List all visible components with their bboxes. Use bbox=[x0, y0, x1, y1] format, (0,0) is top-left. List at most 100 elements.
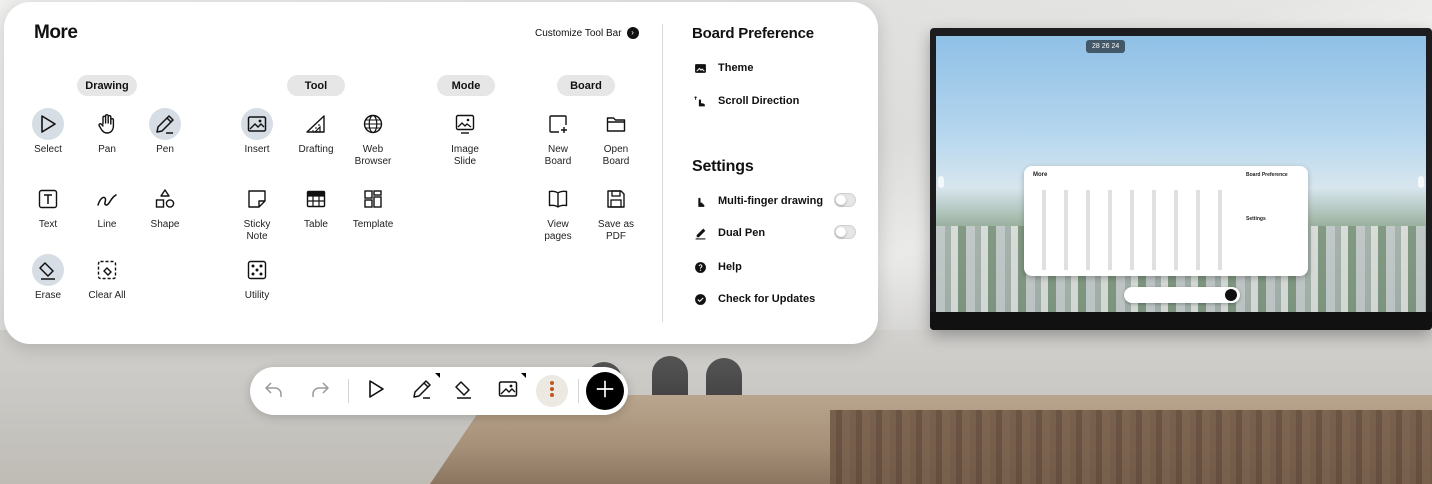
board-preference-title: Board Preference bbox=[692, 25, 814, 42]
shape-icon bbox=[149, 183, 181, 215]
mini-settings-title: Settings bbox=[1246, 216, 1266, 222]
multi-finger-toggle[interactable] bbox=[834, 193, 856, 207]
toolbar-separator bbox=[348, 379, 349, 403]
toggle-knob bbox=[836, 195, 846, 205]
template-icon bbox=[357, 183, 389, 215]
select-button[interactable] bbox=[360, 375, 392, 407]
tool-label: Image Slide bbox=[451, 144, 479, 167]
tool-utility[interactable]: Utility bbox=[225, 254, 289, 302]
tool-select[interactable]: Select bbox=[16, 108, 80, 156]
tool-label: View pages bbox=[544, 219, 572, 242]
category-drawing: Drawing bbox=[77, 75, 137, 96]
more-button[interactable] bbox=[536, 375, 568, 407]
eraser-icon bbox=[32, 254, 64, 286]
tool-label: Text bbox=[38, 219, 58, 230]
image-slide-icon bbox=[449, 108, 481, 140]
mini-tool-grid bbox=[1032, 190, 1232, 270]
toolbar-separator bbox=[578, 379, 579, 403]
help-item[interactable]: Help bbox=[692, 258, 856, 276]
tool-label: New Board bbox=[544, 144, 572, 167]
main-menu-button[interactable] bbox=[586, 372, 624, 410]
new-board-icon bbox=[542, 108, 574, 140]
theme-item[interactable]: Theme bbox=[692, 59, 856, 77]
sticky-note-icon bbox=[241, 183, 273, 215]
scroll-direction-item[interactable]: Scroll Direction bbox=[692, 92, 856, 110]
tool-template[interactable]: Template bbox=[341, 183, 405, 231]
tool-insert[interactable]: Insert bbox=[225, 108, 289, 156]
tool-line[interactable]: Line bbox=[75, 183, 139, 231]
tool-web-browser[interactable]: Web Browser bbox=[341, 108, 405, 168]
tool-label: Utility bbox=[244, 290, 270, 301]
mini-more-title: More bbox=[1033, 172, 1048, 178]
mini-board-preference-title: Board Preference bbox=[1246, 172, 1288, 178]
redo-button[interactable] bbox=[304, 375, 336, 407]
tool-label: Pen bbox=[156, 144, 174, 155]
theme-label: Theme bbox=[718, 62, 754, 74]
tool-shape[interactable]: Shape bbox=[133, 183, 197, 231]
tool-label: Insert bbox=[244, 144, 270, 155]
tool-pen[interactable]: Pen bbox=[133, 108, 197, 156]
tool-label: Template bbox=[352, 219, 394, 230]
chevron-right-icon: › bbox=[626, 27, 639, 39]
undo-icon bbox=[262, 377, 286, 406]
tool-label: Pan bbox=[98, 144, 116, 155]
tool-save-as-pdf[interactable]: Save as PDF bbox=[584, 183, 648, 243]
category-board: Board bbox=[557, 75, 615, 96]
tool-label: Sticky Note bbox=[243, 219, 271, 242]
dual-pen-toggle[interactable] bbox=[834, 225, 856, 239]
dual-pen-item: Dual Pen bbox=[692, 224, 856, 242]
tool-image-slide[interactable]: Image Slide bbox=[433, 108, 497, 168]
tool-label: Save as PDF bbox=[597, 219, 635, 242]
customize-toolbar-link[interactable]: Customize Tool Bar › bbox=[535, 27, 639, 39]
tv-left-arrow bbox=[938, 176, 944, 188]
globe-icon bbox=[357, 108, 389, 140]
insert-button[interactable] bbox=[492, 373, 526, 407]
settings-title: Settings bbox=[692, 158, 754, 175]
more-icon bbox=[540, 377, 564, 406]
tv-bezel bbox=[930, 312, 1432, 330]
check-for-updates-item[interactable]: Check for Updates bbox=[692, 290, 856, 308]
utility-icon bbox=[241, 254, 273, 286]
pen-button[interactable] bbox=[406, 373, 440, 407]
mini-more-panel: More Board Preference Settings bbox=[1024, 166, 1308, 276]
book-icon bbox=[542, 183, 574, 215]
table-icon bbox=[300, 183, 332, 215]
tool-text[interactable]: Text bbox=[16, 183, 80, 231]
tv-clock: 28 26 24 bbox=[1086, 40, 1126, 53]
tool-new-board[interactable]: New Board bbox=[526, 108, 590, 168]
finger-touch-icon bbox=[692, 193, 708, 209]
tool-label: Select bbox=[34, 144, 62, 155]
multi-finger-label: Multi-finger drawing bbox=[718, 195, 824, 207]
mini-toolbar bbox=[1124, 287, 1240, 303]
category-mode: Mode bbox=[437, 75, 495, 96]
display-screen: 28 26 24 More Board Preference Settings bbox=[930, 28, 1432, 330]
undo-button[interactable] bbox=[258, 375, 290, 407]
dual-pen-label: Dual Pen bbox=[718, 227, 766, 239]
pen-icon bbox=[410, 377, 434, 406]
toggle-knob bbox=[836, 227, 846, 237]
tool-erase[interactable]: Erase bbox=[16, 254, 80, 302]
tool-table[interactable]: Table bbox=[284, 183, 348, 231]
table-front bbox=[830, 410, 1432, 484]
scroll-hand-icon bbox=[692, 93, 708, 109]
tool-open-board[interactable]: Open Board bbox=[584, 108, 648, 168]
help-icon bbox=[692, 259, 708, 275]
tool-pan[interactable]: Pan bbox=[75, 108, 139, 156]
scroll-direction-label: Scroll Direction bbox=[718, 95, 800, 107]
check-updates-label: Check for Updates bbox=[718, 293, 816, 305]
tool-clear-all[interactable]: Clear All bbox=[75, 254, 139, 302]
eraser-button[interactable] bbox=[448, 375, 480, 407]
tv-screen: 28 26 24 More Board Preference Settings bbox=[936, 36, 1426, 312]
menu-icon bbox=[594, 378, 616, 405]
check-circle-icon bbox=[692, 291, 708, 307]
line-icon bbox=[91, 183, 123, 215]
hand-icon bbox=[91, 108, 123, 140]
tool-view-pages[interactable]: View pages bbox=[526, 183, 590, 243]
insert-image-icon bbox=[496, 377, 520, 406]
select-icon bbox=[364, 377, 388, 406]
floating-toolbar bbox=[250, 367, 628, 415]
tool-sticky-note[interactable]: Sticky Note bbox=[225, 183, 289, 243]
submenu-indicator bbox=[521, 373, 526, 378]
tool-drafting[interactable]: Drafting bbox=[284, 108, 348, 156]
help-label: Help bbox=[718, 261, 742, 273]
